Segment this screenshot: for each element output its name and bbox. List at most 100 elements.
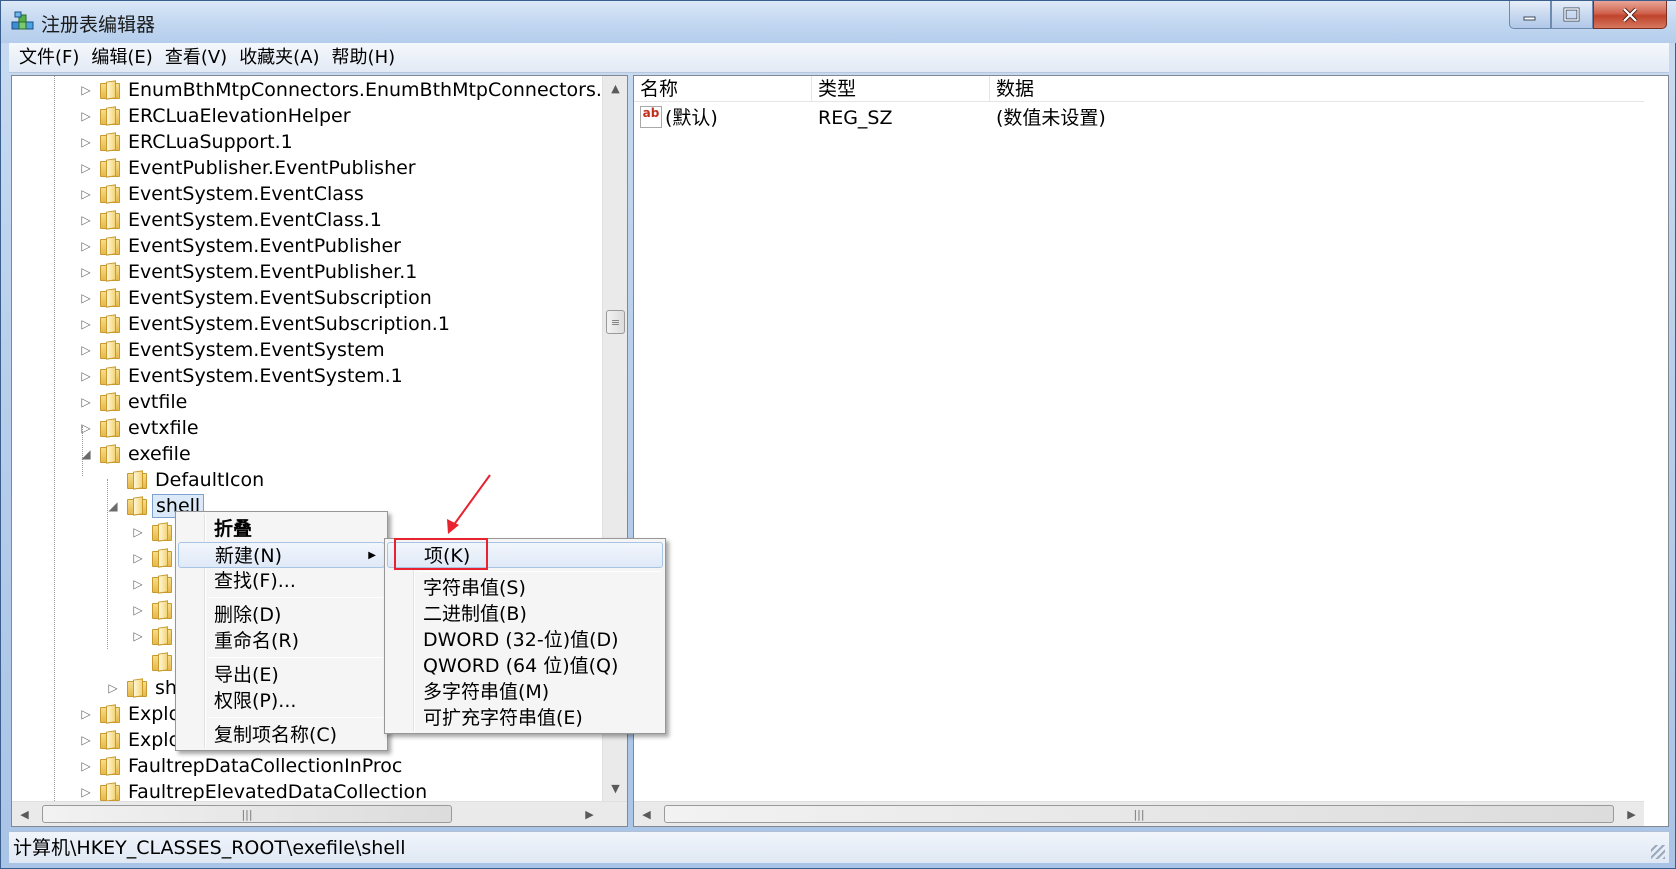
tree-horizontal-scrollbar[interactable]: ◀ ||| ▶ [12,801,627,826]
column-header-data[interactable]: 数据 [990,76,1370,102]
submenu-multistring-value[interactable]: 多字符串值(M) [387,679,663,705]
tree-item[interactable]: ▷ ERCLuaElevationHelper [80,103,350,129]
no-expander [132,656,144,668]
ctx-delete[interactable]: 删除(D) [178,602,385,628]
tree-item[interactable]: ▷ EventSystem.EventSystem.1 [80,363,402,389]
expand-arrow-icon[interactable]: ▷ [132,551,144,565]
ctx-separator [208,597,383,598]
ctx-rename[interactable]: 重命名(R) [178,628,385,654]
ctx-copy-key-name[interactable]: 复制项名称(C) [178,722,385,748]
tree-item[interactable]: ▷ sh [107,675,177,701]
tree-item[interactable]: ▷ Explo [80,701,180,727]
title-bar[interactable]: 注册表编辑器 [1,1,1676,43]
expand-arrow-icon[interactable]: ▷ [80,343,92,357]
scroll-right-arrow[interactable]: ▶ [577,802,602,826]
scroll-up-arrow[interactable]: ▲ [603,76,627,101]
expand-arrow-icon[interactable]: ▷ [80,265,92,279]
value-list-pane[interactable]: 名称 类型 数据 ab (默认) REG_SZ (数值未设置) ◀ ||| ▶ [633,75,1669,827]
tree-item[interactable] [132,649,180,675]
tree-item[interactable]: ▷ EventSystem.EventClass.1 [80,207,382,233]
scroll-down-arrow[interactable]: ▼ [603,776,627,801]
expand-arrow-icon[interactable]: ▷ [107,681,119,695]
expand-arrow-icon[interactable]: ▷ [80,161,92,175]
tree-hscroll-thumb[interactable]: ||| [42,805,452,823]
resize-grip-icon[interactable] [1651,845,1665,859]
expand-arrow-icon[interactable]: ▷ [80,239,92,253]
tree-item[interactable]: ▷ EventSystem.EventPublisher.1 [80,259,417,285]
tree-item[interactable]: ▷ Explo [80,727,180,753]
list-horizontal-scrollbar[interactable]: ◀ ||| ▶ [634,801,1644,826]
scroll-left-arrow[interactable]: ◀ [634,802,659,826]
expand-arrow-icon[interactable]: ▷ [80,707,92,721]
collapse-arrow-icon[interactable]: ◢ [80,447,92,461]
expand-arrow-icon[interactable]: ▷ [80,109,92,123]
expand-arrow-icon[interactable]: ▷ [80,759,92,773]
tree-item[interactable]: ▷ EventPublisher.EventPublisher [80,155,415,181]
tree-item[interactable]: ▷ evtxfile [80,415,198,441]
submenu-dword-value[interactable]: DWORD (32-位)值(D) [387,627,663,653]
tree-item[interactable]: ▷ [132,519,180,545]
submenu-expandable-string-value[interactable]: 可扩充字符串值(E) [387,705,663,731]
scroll-left-arrow[interactable]: ◀ [12,802,37,826]
submenu-qword-value[interactable]: QWORD (64 位)值(Q) [387,653,663,679]
tree-item[interactable]: ▷ EventSystem.EventClass [80,181,363,207]
column-header-name[interactable]: 名称 [634,76,812,102]
menu-edit[interactable]: 编辑(E) [87,43,160,73]
expand-arrow-icon[interactable]: ▷ [80,83,92,97]
tree-item[interactable]: ▷ EventSystem.EventSubscription [80,285,431,311]
folder-icon [100,236,122,256]
tree-item[interactable]: ▷ [132,571,180,597]
list-row[interactable]: ab (默认) REG_SZ (数值未设置) [634,103,1634,133]
tree-item[interactable]: ▷ evtfile [80,389,187,415]
tree-guide-line [54,76,55,801]
ctx-collapse[interactable]: 折叠 [178,516,385,542]
list-hscroll-thumb[interactable]: ||| [664,805,1614,823]
tree-item[interactable]: ◢ exefile [80,441,190,467]
registry-path: 计算机\HKEY_CLASSES_ROOT\exefile\shell [13,837,406,859]
tree-item[interactable]: ▷ EnumBthMtpConnectors.EnumBthMtpConnecto… [80,77,614,103]
folder-icon [100,158,122,178]
expand-arrow-icon[interactable]: ▷ [132,603,144,617]
expand-arrow-icon[interactable]: ▷ [80,369,92,383]
tree-vscroll-thumb[interactable]: ≡ [606,310,625,334]
tree-item[interactable]: ▷ [132,623,180,649]
tree-item[interactable]: DefaultIcon [107,467,264,493]
expand-arrow-icon[interactable]: ▷ [80,291,92,305]
expand-arrow-icon[interactable]: ▷ [80,187,92,201]
close-button[interactable] [1593,1,1667,29]
maximize-button[interactable] [1551,1,1593,29]
expand-arrow-icon[interactable]: ▷ [80,421,92,435]
expand-arrow-icon[interactable]: ▷ [80,213,92,227]
ctx-permissions[interactable]: 权限(P)... [178,688,385,714]
expand-arrow-icon[interactable]: ▷ [80,785,92,799]
expand-arrow-icon[interactable]: ▷ [132,525,144,539]
expand-arrow-icon[interactable]: ▷ [80,317,92,331]
expand-arrow-icon[interactable]: ▷ [80,135,92,149]
tree-item[interactable]: ▷ EventSystem.EventPublisher [80,233,401,259]
menu-help[interactable]: 帮助(H) [328,43,404,73]
menu-favorites[interactable]: 收藏夹(A) [235,43,327,73]
column-header-type[interactable]: 类型 [812,76,990,102]
menu-file[interactable]: 文件(F) [15,43,87,73]
expand-arrow-icon[interactable]: ▷ [132,629,144,643]
tree-item[interactable]: ▷ ERCLuaSupport.1 [80,129,292,155]
tree-item[interactable]: ▷ [132,597,180,623]
folder-icon [152,652,174,672]
collapse-arrow-icon[interactable]: ◢ [107,499,119,513]
expand-arrow-icon[interactable]: ▷ [80,395,92,409]
ctx-new[interactable]: 新建(N) ▶ [178,542,385,568]
minimize-button[interactable] [1509,1,1551,29]
submenu-string-value[interactable]: 字符串值(S) [387,575,663,601]
folder-icon [100,756,122,776]
submenu-binary-value[interactable]: 二进制值(B) [387,601,663,627]
menu-view[interactable]: 查看(V) [161,43,235,73]
scroll-right-arrow[interactable]: ▶ [1619,802,1644,826]
ctx-export[interactable]: 导出(E) [178,662,385,688]
tree-item[interactable]: ▷ [132,545,180,571]
tree-item[interactable]: ▷ FaultrepDataCollectionInProc [80,753,402,779]
ctx-find[interactable]: 查找(F)... [178,568,385,594]
expand-arrow-icon[interactable]: ▷ [80,733,92,747]
tree-item[interactable]: ▷ EventSystem.EventSubscription.1 [80,311,450,337]
tree-item[interactable]: ▷ EventSystem.EventSystem [80,337,384,363]
expand-arrow-icon[interactable]: ▷ [132,577,144,591]
